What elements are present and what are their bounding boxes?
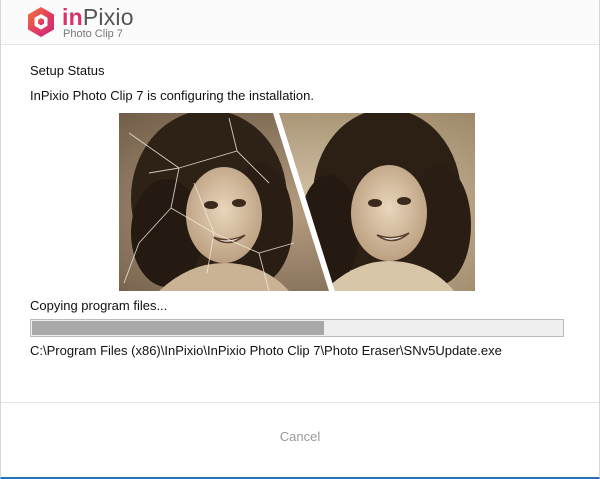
before-after-photo-illustration [119,113,475,291]
current-file-path: C:\Program Files (x86)\InPixio\InPixio P… [30,343,502,358]
setup-status-heading: Setup Status [30,63,105,78]
brand-title: inPixio [62,4,134,30]
inpixio-hexagon-logo-icon [28,7,54,37]
configuring-message: InPixio Photo Clip 7 is configuring the … [30,88,314,103]
brand-title-accent: in [62,4,83,30]
install-progress-fill [32,321,324,335]
cancel-button[interactable]: Cancel [259,424,341,448]
install-progress-bar [30,319,564,337]
brand-title-rest: Pixio [82,4,134,30]
copying-status: Copying program files... [30,298,168,313]
brand-subtitle: Photo Clip 7 [63,28,123,40]
installer-window: inPixio Photo Clip 7 Setup Status InPixi… [0,0,600,479]
footer-divider [1,402,599,403]
before-after-photo [119,113,475,291]
installer-header: inPixio Photo Clip 7 [1,0,599,45]
